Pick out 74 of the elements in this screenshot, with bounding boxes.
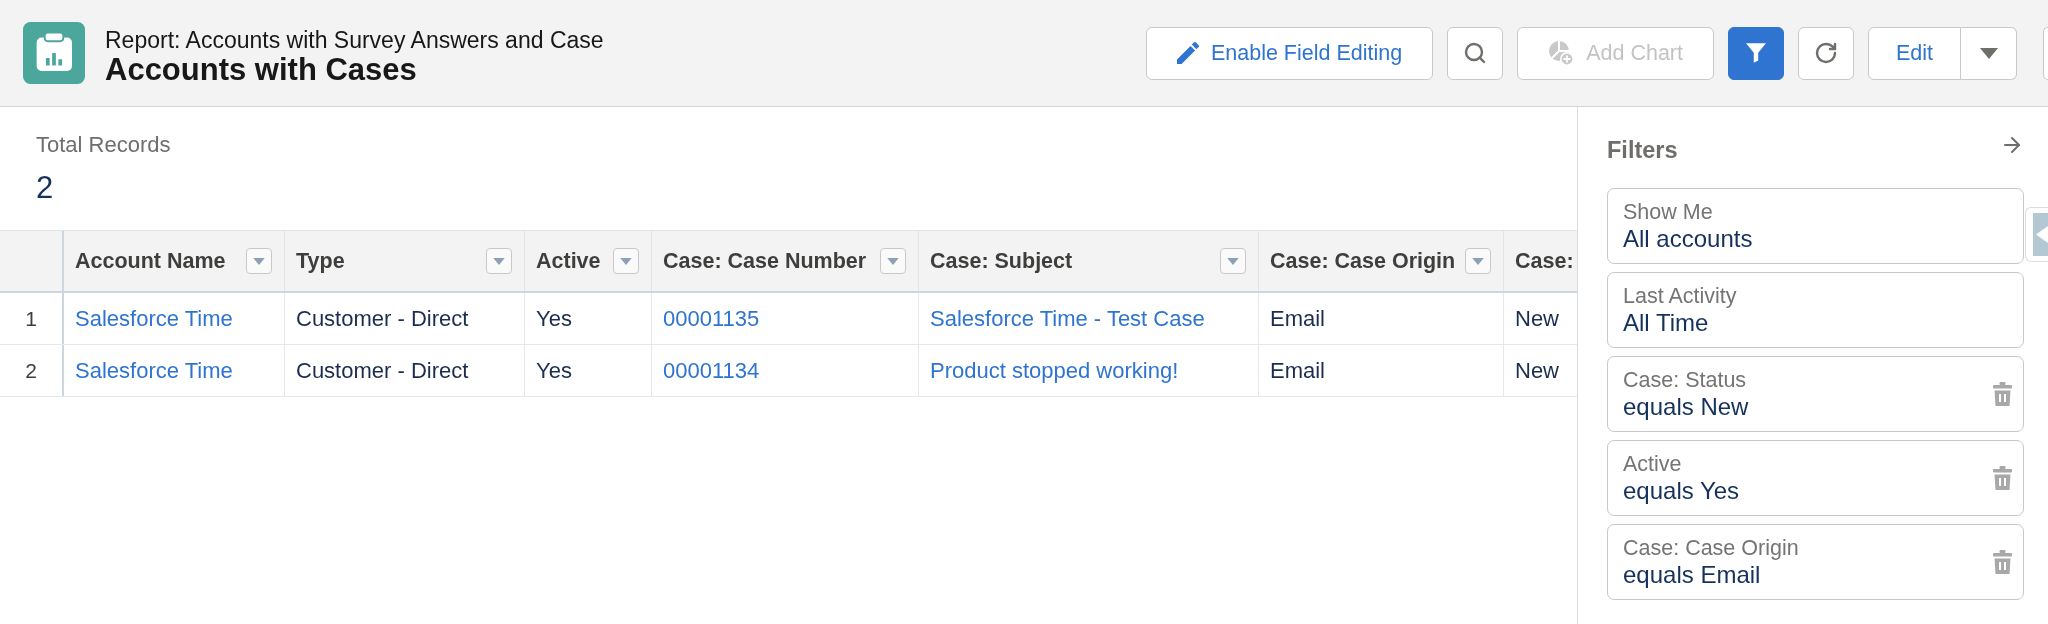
table-cell-text: Email xyxy=(1270,305,1325,333)
enable-field-editing-button[interactable]: Enable Field Editing xyxy=(1145,26,1434,80)
column-header: Case: Case Origin xyxy=(1270,247,1456,275)
record-link[interactable]: Salesforce Time xyxy=(75,354,233,387)
table-cell-text: Customer - Direct xyxy=(296,357,469,385)
trash-icon[interactable] xyxy=(1993,466,2012,490)
column-header: Active xyxy=(536,247,601,275)
edit-menu-button[interactable] xyxy=(1961,26,2017,80)
column-menu-button[interactable] xyxy=(613,248,639,274)
column-header: Case: Case Number xyxy=(663,247,867,275)
caret-down-icon xyxy=(253,257,265,265)
filter-value: equals Email xyxy=(1623,560,1761,589)
caret-down-icon xyxy=(887,257,899,265)
filter-label: Last Activity xyxy=(1623,283,1737,309)
search-button[interactable] xyxy=(1447,26,1504,80)
filter-value: All accounts xyxy=(1623,224,1753,253)
record-link[interactable]: 00001134 xyxy=(663,354,760,387)
caret-down-icon xyxy=(493,257,505,265)
summary-label: Total Records xyxy=(36,133,171,157)
filter-card[interactable]: Case: Status equals New xyxy=(1607,356,2024,432)
caret-down-icon xyxy=(1227,257,1239,265)
record-link[interactable]: Salesforce Time xyxy=(75,302,233,335)
caret-left-icon xyxy=(2033,213,2048,256)
summary-value: 2 xyxy=(36,170,54,206)
filter-label: Case: Status xyxy=(1623,367,1747,393)
filter-value: equals Yes xyxy=(1623,476,1740,505)
table-cell-text: Email xyxy=(1270,357,1325,385)
pencil-icon xyxy=(1176,42,1199,64)
table-cell-text: New xyxy=(1515,357,1559,385)
row-number: 1 xyxy=(25,305,37,332)
filter-card[interactable]: Last Activity All Time xyxy=(1607,272,2024,348)
filter-label: Show Me xyxy=(1623,199,1713,225)
refresh-icon xyxy=(1814,41,1838,65)
edit-button[interactable]: Edit xyxy=(1868,26,1961,80)
column-menu-button[interactable] xyxy=(486,248,512,274)
caret-down-icon xyxy=(1979,47,1998,59)
row-number: 2 xyxy=(25,357,37,384)
clipboard-chart-icon xyxy=(23,22,85,84)
trash-icon[interactable] xyxy=(1993,382,2012,406)
column-menu-button[interactable] xyxy=(1465,248,1491,274)
refresh-button[interactable] xyxy=(1798,26,1854,80)
filter-value: equals New xyxy=(1623,392,1749,421)
record-link[interactable]: 00001135 xyxy=(663,302,760,335)
table-cell-text: Yes xyxy=(536,357,572,385)
filter-value: All Time xyxy=(1623,308,1709,337)
column-header: Case: xyxy=(1515,247,1574,275)
record-link[interactable]: Product stopped working! xyxy=(930,354,1179,387)
trash-icon[interactable] xyxy=(1993,550,2012,574)
filter-button[interactable] xyxy=(1728,26,1784,80)
report-type-label: Report: Accounts with Survey Answers and Case xyxy=(105,26,604,53)
filter-icon xyxy=(1746,43,1766,63)
filter-card[interactable]: Case: Case Origin equals Email xyxy=(1607,524,2024,600)
toolbar-button[interactable] xyxy=(2043,26,2048,80)
panel-handle[interactable] xyxy=(2025,207,2048,262)
report-title: Accounts with Cases xyxy=(105,52,418,87)
table-cell-text: Yes xyxy=(536,305,572,333)
caret-down-icon xyxy=(620,257,632,265)
column-header: Type xyxy=(296,247,345,275)
record-link[interactable]: Salesforce Time - Test Case xyxy=(930,302,1205,335)
filter-card[interactable]: Show Me All accounts xyxy=(1607,188,2024,264)
filter-label: Active xyxy=(1623,451,1682,477)
filter-label: Case: Case Origin xyxy=(1623,535,1799,561)
column-header: Account Name xyxy=(75,247,226,275)
column-menu-button[interactable] xyxy=(246,248,272,274)
filter-card[interactable]: Active equals Yes xyxy=(1607,440,2024,516)
caret-down-icon xyxy=(1472,257,1484,265)
column-header: Case: Subject xyxy=(930,247,1073,275)
table-cell-text: New xyxy=(1515,305,1559,333)
column-menu-button[interactable] xyxy=(880,248,906,274)
panel-title: Filters xyxy=(1607,137,1678,163)
column-menu-button[interactable] xyxy=(1220,248,1246,274)
pie-chart-plus-icon xyxy=(1548,40,1575,66)
search-icon xyxy=(1463,41,1488,65)
table-cell-text: Customer - Direct xyxy=(296,305,469,333)
